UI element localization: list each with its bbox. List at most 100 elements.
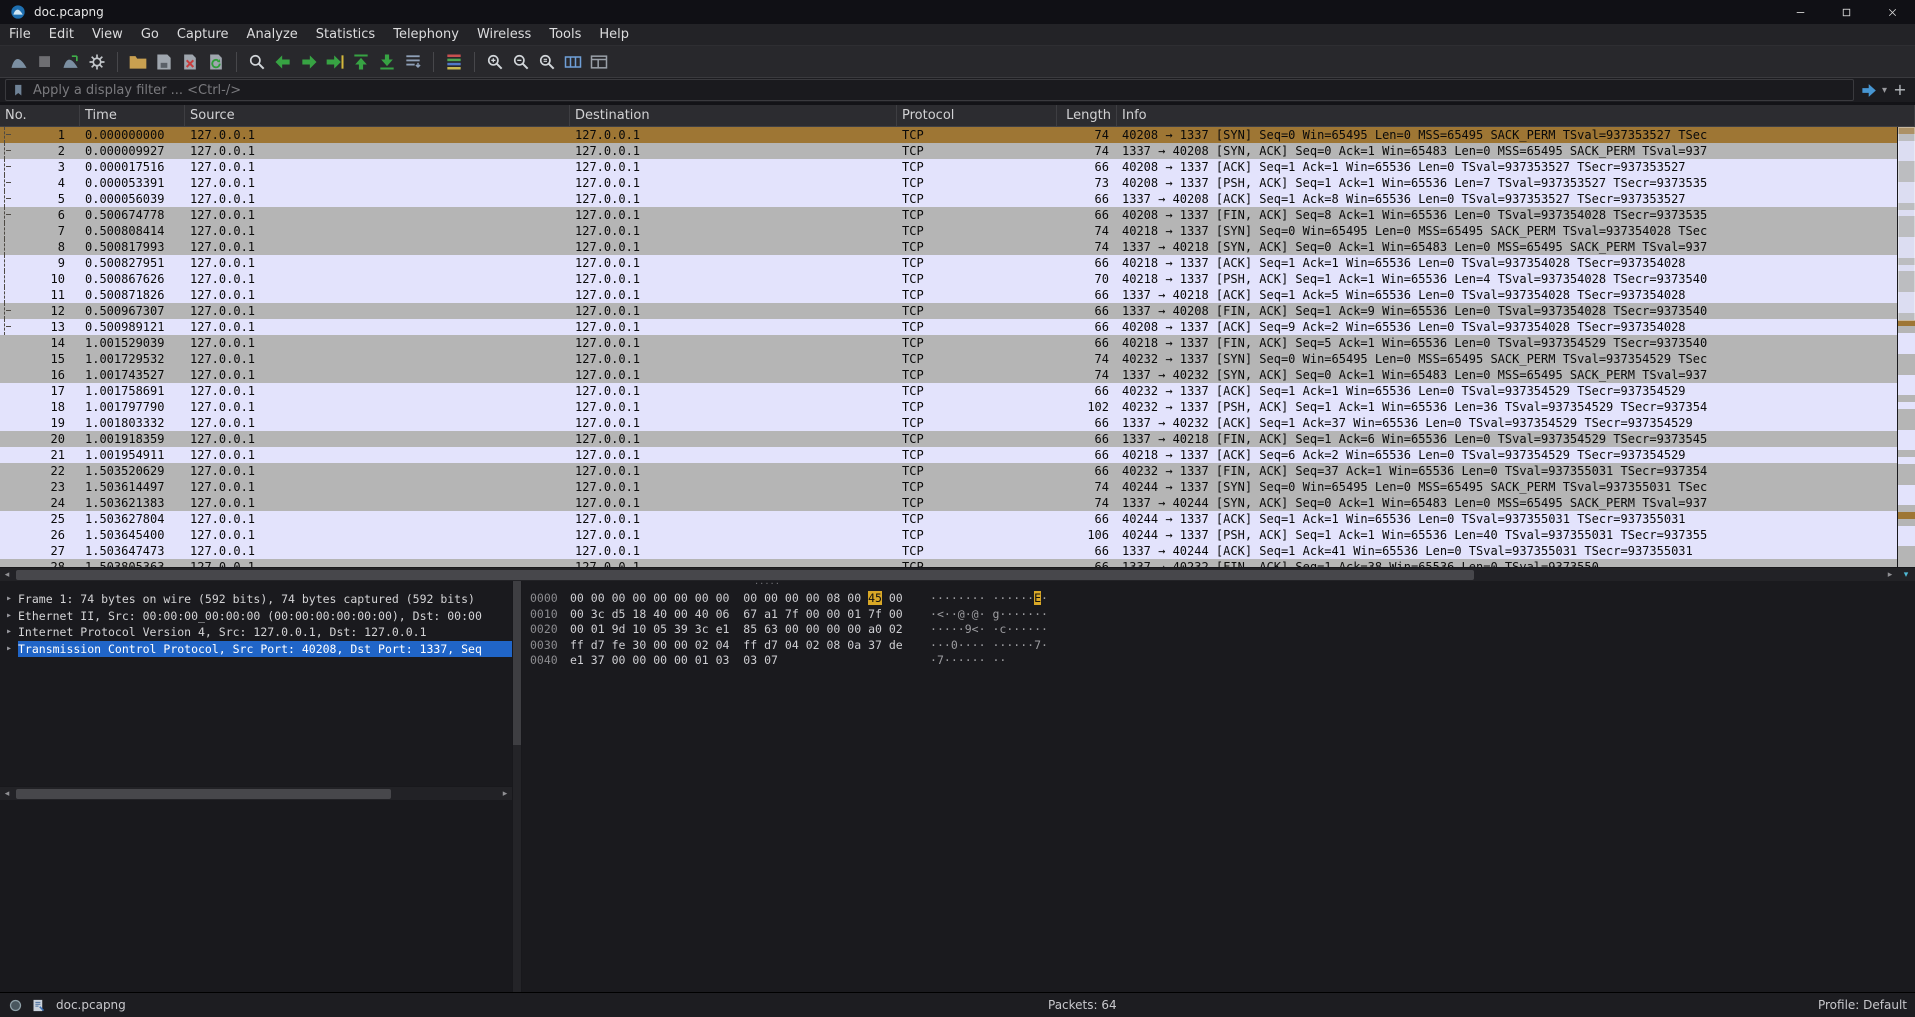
packet-row[interactable]: 191.001803332127.0.0.1127.0.0.1TCP661337…	[0, 415, 1897, 431]
packet-row[interactable]: 40.000053391127.0.0.1127.0.0.1TCP7340208…	[0, 175, 1897, 191]
hex-dump-row[interactable]: 002000 01 9d 10 05 39 3c e1 85 63 00 00 …	[530, 622, 1915, 638]
packet-row[interactable]: 80.500817993127.0.0.1127.0.0.1TCP741337 …	[0, 239, 1897, 255]
menu-item-view[interactable]: View	[83, 25, 132, 44]
column-header-info[interactable]: Info	[1117, 105, 1915, 126]
scroll-down-icon[interactable]: ▾	[1897, 568, 1915, 582]
column-header-length[interactable]: Length	[1057, 105, 1117, 126]
detail-vscroll-thumb[interactable]	[513, 581, 521, 745]
packet-row[interactable]: 181.001797790127.0.0.1127.0.0.1TCP102402…	[0, 399, 1897, 415]
menu-item-capture[interactable]: Capture	[168, 25, 238, 44]
save-file-icon[interactable]	[151, 49, 177, 75]
start-capture-icon[interactable]	[6, 49, 32, 75]
column-header-no[interactable]: No.	[0, 105, 80, 126]
resize-columns-icon[interactable]	[560, 49, 586, 75]
menu-item-analyze[interactable]: Analyze	[238, 25, 307, 44]
maximize-button[interactable]	[1823, 0, 1869, 24]
zoom-out-icon[interactable]	[508, 49, 534, 75]
packet-row[interactable]: 271.503647473127.0.0.1127.0.0.1TCP661337…	[0, 543, 1897, 559]
reload-file-icon[interactable]	[203, 49, 229, 75]
hscroll-track[interactable]	[14, 568, 1883, 582]
go-back-icon[interactable]	[270, 49, 296, 75]
expand-arrow-icon[interactable]: ▸	[0, 624, 18, 641]
packet-row[interactable]: 20.000009927127.0.0.1127.0.0.1TCP741337 …	[0, 143, 1897, 159]
hex-dump-row[interactable]: 001000 3c d5 18 40 00 40 06 67 a1 7f 00 …	[530, 607, 1915, 623]
filter-bookmark-icon[interactable]	[12, 83, 27, 98]
packet-row[interactable]: 281.503805363127.0.0.1127.0.0.1TCP661337…	[0, 559, 1897, 567]
minimize-button[interactable]	[1777, 0, 1823, 24]
hscroll-thumb[interactable]	[16, 570, 1474, 580]
column-header-protocol[interactable]: Protocol	[897, 105, 1057, 126]
packet-row[interactable]: 161.001743527127.0.0.1127.0.0.1TCP741337…	[0, 367, 1897, 383]
add-filter-button-icon[interactable]: +	[1890, 80, 1910, 100]
column-header-destination[interactable]: Destination	[570, 105, 897, 126]
packet-row[interactable]: 201.001918359127.0.0.1127.0.0.1TCP661337…	[0, 431, 1897, 447]
packet-row[interactable]: 110.500871826127.0.0.1127.0.0.1TCP661337…	[0, 287, 1897, 303]
detail-tree-row[interactable]: ▸Transmission Control Protocol, Src Port…	[0, 641, 512, 658]
menu-item-telephony[interactable]: Telephony	[384, 25, 468, 44]
pane-splitter-handle[interactable]: ·····	[755, 579, 781, 590]
detail-hscrollbar[interactable]: ◂ ▸	[0, 786, 512, 800]
hex-dump-row[interactable]: 0040e1 37 00 00 00 00 01 03 03 07 ·7····…	[530, 653, 1915, 669]
expand-arrow-icon[interactable]: ▸	[0, 641, 18, 658]
packet-list-scrollbar[interactable]	[1897, 127, 1915, 567]
go-to-packet-icon[interactable]	[322, 49, 348, 75]
stop-capture-icon[interactable]	[32, 49, 58, 75]
packet-row[interactable]: 100.500867626127.0.0.1127.0.0.1TCP704021…	[0, 271, 1897, 287]
restart-capture-icon[interactable]	[58, 49, 84, 75]
menu-item-wireless[interactable]: Wireless	[468, 25, 540, 44]
detail-hscroll-track[interactable]	[14, 787, 498, 801]
packet-row[interactable]: 221.503520629127.0.0.1127.0.0.1TCP664023…	[0, 463, 1897, 479]
detail-tree-row[interactable]: ▸Frame 1: 74 bytes on wire (592 bits), 7…	[0, 591, 512, 608]
packet-list-hscrollbar[interactable]: ◂ ▸ ▾	[0, 567, 1915, 581]
close-file-icon[interactable]	[177, 49, 203, 75]
packet-row[interactable]: 120.500967307127.0.0.1127.0.0.1TCP661337…	[0, 303, 1897, 319]
packet-row[interactable]: 171.001758691127.0.0.1127.0.0.1TCP664023…	[0, 383, 1897, 399]
go-last-icon[interactable]	[374, 49, 400, 75]
packet-row[interactable]: 10.000000000127.0.0.1127.0.0.1TCP7440208…	[0, 127, 1897, 143]
column-header-time[interactable]: Time	[80, 105, 185, 126]
autoscroll-icon[interactable]	[400, 49, 426, 75]
expert-info-icon[interactable]	[8, 998, 23, 1013]
expand-arrow-icon[interactable]: ▸	[0, 591, 18, 608]
capture-options-icon[interactable]	[84, 49, 110, 75]
detail-vscrollbar[interactable]	[512, 581, 522, 992]
close-button[interactable]	[1869, 0, 1915, 24]
display-filter-field[interactable]	[5, 79, 1854, 101]
menu-item-statistics[interactable]: Statistics	[307, 25, 384, 44]
filter-dropdown-caret-icon[interactable]: ▾	[1882, 85, 1887, 96]
packet-row[interactable]: 70.500808414127.0.0.1127.0.0.1TCP7440218…	[0, 223, 1897, 239]
packet-row[interactable]: 130.500989121127.0.0.1127.0.0.1TCP664020…	[0, 319, 1897, 335]
find-packet-icon[interactable]	[244, 49, 270, 75]
scroll-left-icon[interactable]: ◂	[0, 787, 14, 801]
packet-row[interactable]: 241.503621383127.0.0.1127.0.0.1TCP741337…	[0, 495, 1897, 511]
packet-row[interactable]: 261.503645400127.0.0.1127.0.0.1TCP106402…	[0, 527, 1897, 543]
hex-dump-row[interactable]: 0030ff d7 fe 30 00 00 02 04 ff d7 04 02 …	[530, 638, 1915, 654]
packet-row[interactable]: 231.503614497127.0.0.1127.0.0.1TCP744024…	[0, 479, 1897, 495]
zoom-in-icon[interactable]	[482, 49, 508, 75]
packet-row[interactable]: 60.500674778127.0.0.1127.0.0.1TCP6640208…	[0, 207, 1897, 223]
detail-hscroll-thumb[interactable]	[16, 789, 391, 799]
hex-dump-row[interactable]: 000000 00 00 00 00 00 00 00 00 00 00 00 …	[530, 591, 1915, 607]
scroll-right-icon[interactable]: ▸	[1883, 568, 1897, 582]
capture-comment-icon[interactable]	[31, 998, 46, 1013]
detail-tree-row[interactable]: ▸Ethernet II, Src: 00:00:00_00:00:00 (00…	[0, 608, 512, 625]
menu-item-help[interactable]: Help	[590, 25, 638, 44]
status-profile[interactable]: Profile: Default	[1818, 998, 1907, 1012]
open-file-icon[interactable]	[125, 49, 151, 75]
scroll-left-icon[interactable]: ◂	[0, 568, 14, 582]
packet-row[interactable]: 141.001529039127.0.0.1127.0.0.1TCP664021…	[0, 335, 1897, 351]
menu-item-tools[interactable]: Tools	[540, 25, 590, 44]
packet-row[interactable]: 90.500827951127.0.0.1127.0.0.1TCP6640218…	[0, 255, 1897, 271]
colorize-icon[interactable]	[441, 49, 467, 75]
display-filter-input[interactable]	[33, 83, 1853, 98]
packet-row[interactable]: 30.000017516127.0.0.1127.0.0.1TCP6640208…	[0, 159, 1897, 175]
packet-row[interactable]: 151.001729532127.0.0.1127.0.0.1TCP744023…	[0, 351, 1897, 367]
expand-arrow-icon[interactable]: ▸	[0, 608, 18, 625]
menu-item-go[interactable]: Go	[132, 25, 168, 44]
scroll-right-icon[interactable]: ▸	[498, 787, 512, 801]
packet-row[interactable]: 251.503627804127.0.0.1127.0.0.1TCP664024…	[0, 511, 1897, 527]
go-first-icon[interactable]	[348, 49, 374, 75]
column-header-source[interactable]: Source	[185, 105, 570, 126]
detail-tree-row[interactable]: ▸Internet Protocol Version 4, Src: 127.0…	[0, 624, 512, 641]
reset-layout-icon[interactable]	[586, 49, 612, 75]
